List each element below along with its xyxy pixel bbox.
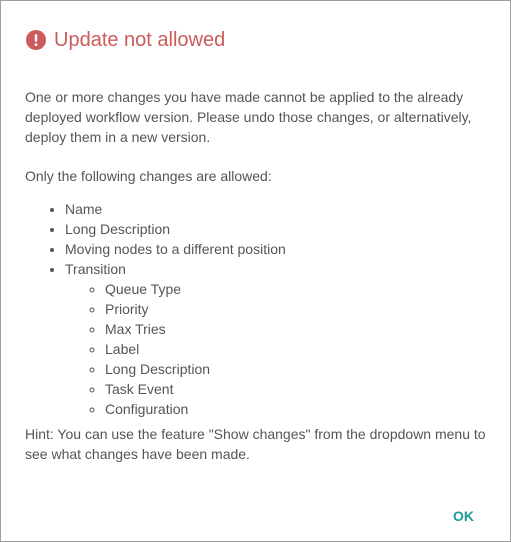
list-item: Task Event — [105, 379, 487, 399]
dialog-body: One or more changes you have made cannot… — [25, 87, 487, 464]
list-item: Configuration — [105, 399, 487, 419]
update-not-allowed-dialog: Update not allowed One or more changes y… — [0, 0, 511, 542]
list-item: Long Description — [105, 359, 487, 379]
list-item: Long Description — [65, 219, 487, 239]
list-item: Label — [105, 339, 487, 359]
intro-text: One or more changes you have made cannot… — [25, 89, 472, 145]
allowed-changes-list: Name Long Description Moving nodes to a … — [25, 199, 487, 419]
transition-subitems-list: Queue Type Priority Max Tries Label Long… — [65, 279, 487, 419]
list-item: Max Tries — [105, 319, 487, 339]
list-item-label: Transition — [65, 261, 126, 277]
list-item: Priority — [105, 299, 487, 319]
list-item: Queue Type — [105, 279, 487, 299]
list-item: Moving nodes to a different position — [65, 239, 487, 259]
error-icon — [26, 30, 46, 50]
list-item-transition: Transition Queue Type Priority Max Tries… — [65, 259, 487, 419]
allowed-heading: Only the following changes are allowed: — [25, 168, 272, 184]
ok-button[interactable]: OK — [453, 508, 474, 524]
dialog-header: Update not allowed — [26, 28, 225, 52]
list-item: Name — [65, 199, 487, 219]
dialog-title: Update not allowed — [54, 29, 226, 51]
hint-text: Hint: You can use the feature "Show chan… — [25, 426, 486, 462]
